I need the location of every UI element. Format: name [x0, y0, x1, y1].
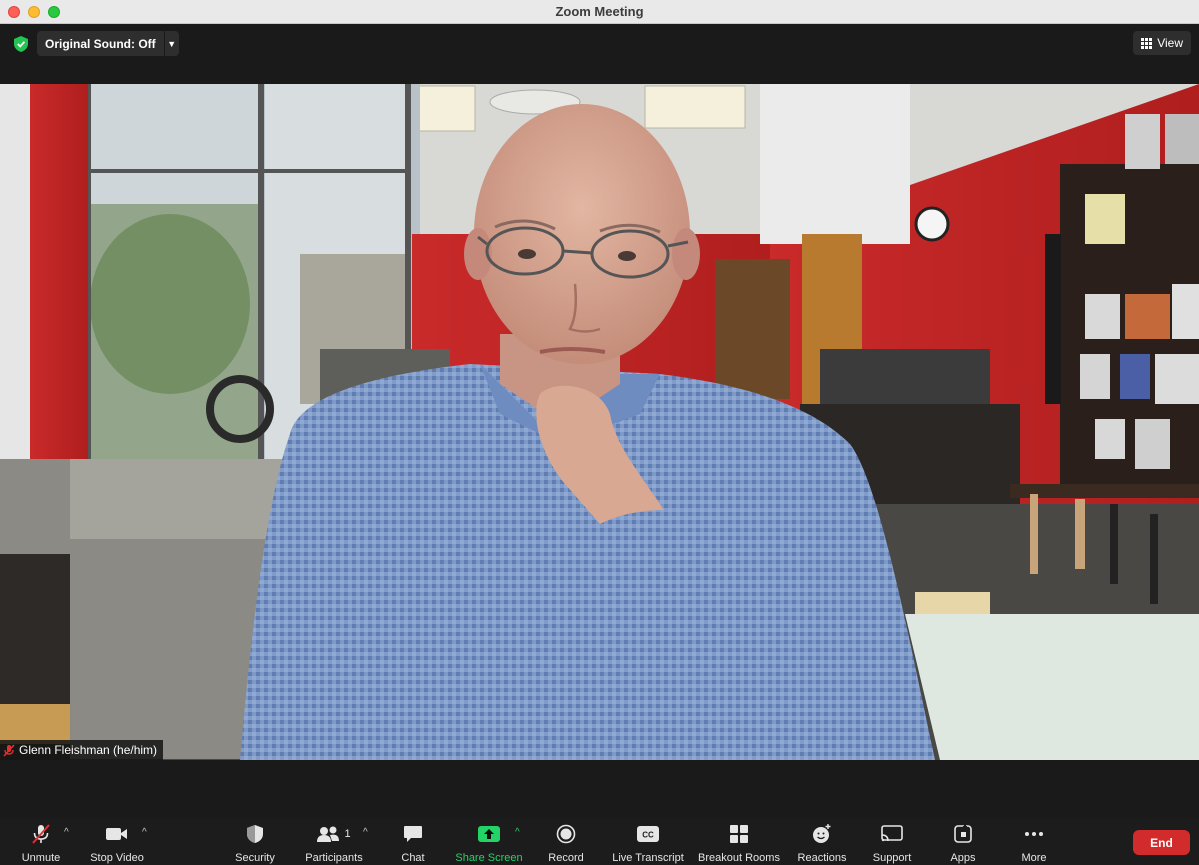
- apps-icon: [954, 824, 972, 844]
- participants-icon: 1: [317, 824, 351, 844]
- security-button[interactable]: Security: [233, 824, 277, 864]
- closed-caption-icon: CC: [637, 824, 659, 844]
- record-button[interactable]: Record: [547, 824, 585, 864]
- participants-label: Participants: [305, 852, 363, 864]
- zoom-window-button[interactable]: [48, 6, 60, 18]
- live-transcript-button[interactable]: CC Live Transcript: [611, 824, 685, 864]
- svg-text:CC: CC: [642, 831, 654, 840]
- minimize-window-button[interactable]: [28, 6, 40, 18]
- record-icon: [556, 824, 576, 844]
- unmute-button[interactable]: Unmute: [20, 824, 62, 864]
- window-title: Zoom Meeting: [555, 4, 644, 19]
- share-screen-button[interactable]: Share Screen: [455, 824, 523, 864]
- meeting-top-bar: Original Sound: Off ▼ View: [0, 24, 1199, 84]
- close-window-button[interactable]: [8, 6, 20, 18]
- participant-name-tag: Glenn Fleishman (he/him): [0, 740, 164, 760]
- more-button[interactable]: More: [1018, 824, 1050, 864]
- share-screen-label: Share Screen: [455, 852, 523, 864]
- reactions-button[interactable]: Reactions: [797, 824, 847, 864]
- encryption-shield-icon[interactable]: [12, 35, 30, 53]
- reactions-label: Reactions: [797, 852, 847, 864]
- chat-bubble-icon: [403, 824, 423, 844]
- breakout-rooms-icon: [730, 824, 748, 844]
- original-sound-button[interactable]: Original Sound: Off ▼: [37, 31, 179, 56]
- view-button[interactable]: View: [1133, 31, 1191, 55]
- apps-label: Apps: [950, 852, 976, 864]
- stop-video-label: Stop Video: [90, 852, 144, 864]
- grid-icon: [1141, 37, 1153, 49]
- window-titlebar: Zoom Meeting: [0, 0, 1199, 24]
- video-camera-icon: [105, 824, 129, 844]
- window-controls: [8, 6, 60, 18]
- support-label: Support: [872, 852, 912, 864]
- more-label: More: [1021, 852, 1047, 864]
- participants-button[interactable]: 1 Participants: [302, 824, 366, 864]
- security-label: Security: [235, 852, 275, 864]
- unmute-label: Unmute: [21, 852, 61, 864]
- support-button[interactable]: Support: [871, 824, 913, 864]
- meeting-toolbar: Unmute ^ Stop Video ^ Security 1 Partici…: [0, 818, 1199, 865]
- screen-cast-icon: [881, 824, 903, 844]
- share-screen-icon: [478, 824, 500, 844]
- chat-label: Chat: [401, 852, 425, 864]
- apps-button[interactable]: Apps: [948, 824, 978, 864]
- video-bottom-gap: [0, 760, 1199, 818]
- stop-video-button[interactable]: Stop Video: [88, 824, 146, 864]
- share-options-chevron-icon[interactable]: ^: [515, 827, 520, 838]
- chat-button[interactable]: Chat: [398, 824, 428, 864]
- chevron-down-icon[interactable]: ▼: [163, 31, 179, 56]
- end-meeting-button[interactable]: End: [1133, 830, 1190, 855]
- participant-video-feed[interactable]: [0, 84, 1199, 760]
- smiley-plus-icon: [812, 824, 832, 844]
- microphone-muted-icon: [30, 824, 52, 844]
- live-transcript-label: Live Transcript: [612, 852, 684, 864]
- record-label: Record: [548, 852, 584, 864]
- audio-options-chevron-icon[interactable]: ^: [64, 827, 69, 838]
- participants-options-chevron-icon[interactable]: ^: [363, 827, 368, 838]
- video-frame-image: [0, 84, 1199, 760]
- more-dots-icon: [1024, 824, 1044, 844]
- breakout-rooms-button[interactable]: Breakout Rooms: [698, 824, 780, 864]
- muted-microphone-icon: [3, 743, 15, 757]
- breakout-rooms-label: Breakout Rooms: [698, 852, 780, 864]
- participants-count: 1: [344, 828, 351, 840]
- security-shield-icon: [246, 824, 264, 844]
- participant-name: Glenn Fleishman (he/him): [19, 743, 158, 757]
- view-label: View: [1157, 36, 1183, 50]
- video-options-chevron-icon[interactable]: ^: [142, 827, 147, 838]
- original-sound-label: Original Sound: Off: [45, 36, 156, 51]
